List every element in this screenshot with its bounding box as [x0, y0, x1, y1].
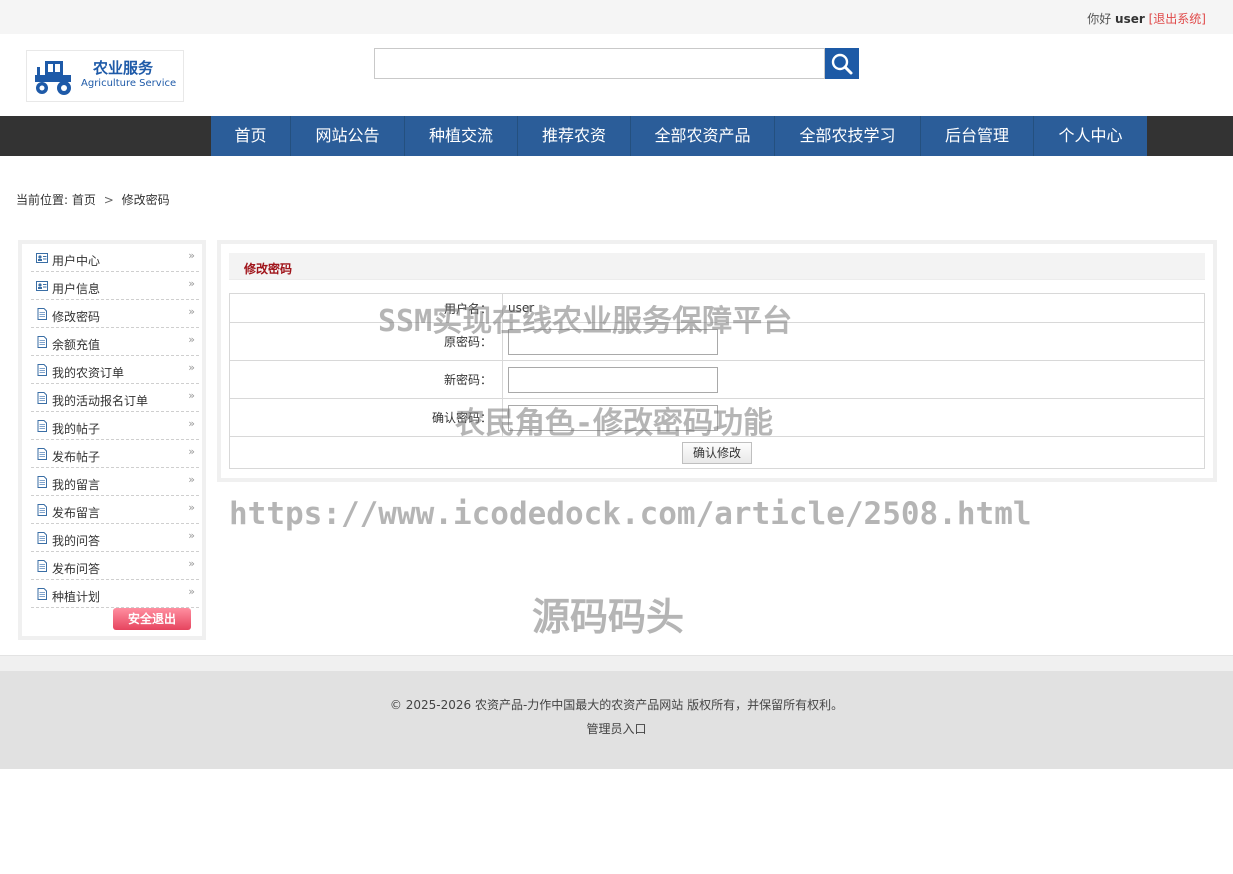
- document-icon: [37, 420, 47, 432]
- user-sidebar: 用户中心» 用户信息» 修改密码» 余额充值» 我的农资订单» 我的活动报名订单» 我的帖子…: [18, 240, 206, 640]
- sidebar-item[interactable]: 我的活动报名订单 »: [31, 384, 199, 412]
- sidebar-item-label: 发布留言: [52, 506, 101, 520]
- sidebar-item-label: 发布问答: [52, 562, 101, 576]
- chevron-right-icon: »: [188, 333, 195, 346]
- sidebar-item-label: 修改密码: [52, 310, 101, 324]
- sidebar-item[interactable]: 用户信息 »: [31, 272, 199, 300]
- chevron-right-icon: »: [188, 389, 195, 402]
- nav-item-announcements[interactable]: 网站公告: [291, 116, 405, 156]
- watermark-subtitle: 农民角色-修改密码功能: [455, 406, 774, 441]
- search-button[interactable]: [825, 48, 859, 79]
- breadcrumb-home[interactable]: 首页: [72, 193, 96, 207]
- new-password-label: 新密码：: [229, 360, 503, 399]
- watermark-title: SSM实现在线农业服务保障平台: [378, 304, 793, 339]
- watermark-url: https://www.icodedock.com/article/2508.h…: [229, 496, 1032, 532]
- sidebar-item-label: 种植计划: [52, 590, 101, 604]
- sidebar-item-label: 用户信息: [52, 282, 101, 296]
- nav-item-admin[interactable]: 后台管理: [921, 116, 1034, 156]
- sidebar-item-label: 余额充值: [52, 338, 101, 352]
- document-icon: [37, 504, 47, 516]
- sidebar-item[interactable]: 发布帖子 »: [31, 440, 199, 468]
- sidebar-item[interactable]: 用户中心 »: [31, 244, 199, 272]
- breadcrumb: 当前位置: 首页 > 修改密码: [16, 191, 170, 208]
- breadcrumb-separator: >: [103, 193, 114, 207]
- main-nav: 首页 网站公告 种植交流 推荐农资 全部农资产品 全部农技学习 后台管理 个人中…: [0, 116, 1233, 156]
- document-icon: [37, 476, 47, 488]
- sidebar-item[interactable]: 我的帖子 »: [31, 412, 199, 440]
- tractor-icon: [35, 61, 71, 95]
- nav-item-all-products[interactable]: 全部农资产品: [631, 116, 775, 156]
- sidebar-item-label: 我的留言: [52, 478, 101, 492]
- chevron-right-icon: »: [188, 305, 195, 318]
- document-icon: [37, 588, 47, 600]
- user-card-icon: [36, 281, 48, 291]
- sidebar-item[interactable]: 发布留言 »: [31, 496, 199, 524]
- sidebar-item-label: 发布帖子: [52, 450, 101, 464]
- nav-item-planting-exchange[interactable]: 种植交流: [405, 116, 518, 156]
- panel-title: 修改密码: [244, 262, 293, 276]
- chevron-right-icon: »: [188, 585, 195, 598]
- top-bar: 你好 user [退出系统]: [0, 0, 1233, 34]
- sidebar-item[interactable]: 余额充值 »: [31, 328, 199, 356]
- logout-link[interactable]: [退出系统]: [1149, 12, 1206, 26]
- new-password-field[interactable]: [508, 366, 718, 393]
- breadcrumb-prefix: 当前位置:: [16, 193, 69, 207]
- logo-title-en: Agriculture Service: [81, 78, 177, 89]
- chevron-right-icon: »: [188, 529, 195, 542]
- logo-title-cn: 农业服务: [93, 59, 154, 77]
- footer-copyright: © 2025-2026 农资产品-力作中国最大的农资产品网站 版权所有，并保留所…: [389, 698, 844, 712]
- sidebar-item[interactable]: 我的问答 »: [31, 524, 199, 552]
- chevron-right-icon: »: [188, 417, 195, 430]
- chevron-right-icon: »: [188, 361, 195, 374]
- document-icon: [37, 364, 47, 376]
- greeting-text: 你好: [1087, 12, 1112, 26]
- chevron-right-icon: »: [188, 445, 195, 458]
- nav-item-all-techniques[interactable]: 全部农技学习: [775, 116, 921, 156]
- footer: © 2025-2026 农资产品-力作中国最大的农资产品网站 版权所有，并保留所…: [0, 671, 1233, 769]
- search-input[interactable]: [374, 48, 825, 79]
- username: user: [1115, 12, 1145, 26]
- chevron-right-icon: »: [188, 501, 195, 514]
- sidebar-item[interactable]: 发布问答 »: [31, 552, 199, 580]
- nav-item-personal-center[interactable]: 个人中心: [1034, 116, 1147, 156]
- confirm-change-button[interactable]: 确认修改: [681, 441, 752, 464]
- nav-item-home[interactable]: 首页: [211, 116, 291, 156]
- sidebar-item[interactable]: 修改密码 »: [31, 300, 199, 328]
- chevron-right-icon: »: [188, 557, 195, 570]
- sidebar-item-label: 我的问答: [52, 534, 101, 548]
- chevron-right-icon: »: [188, 473, 195, 486]
- panel-header: 修改密码: [229, 253, 1205, 280]
- nav-item-recommended-supplies[interactable]: 推荐农资: [518, 116, 631, 156]
- sidebar-item-label: 我的农资订单: [52, 366, 125, 380]
- document-icon: [37, 308, 47, 320]
- search-icon: [831, 53, 853, 75]
- sidebar-item[interactable]: 我的留言 »: [31, 468, 199, 496]
- chevron-right-icon: »: [188, 277, 195, 290]
- breadcrumb-current: 修改密码: [121, 193, 170, 207]
- user-card-icon: [36, 253, 48, 263]
- safe-exit-button[interactable]: 安全退出: [113, 608, 191, 630]
- watermark-brand: 源码码头: [532, 595, 685, 639]
- user-greeting: 你好 user [退出系统]: [1087, 10, 1206, 27]
- chevron-right-icon: »: [188, 249, 195, 262]
- document-icon: [37, 336, 47, 348]
- sidebar-item[interactable]: 种植计划 »: [31, 580, 199, 608]
- document-icon: [37, 560, 47, 572]
- sidebar-item[interactable]: 我的农资订单 »: [31, 356, 199, 384]
- sidebar-item-label: 我的帖子: [52, 422, 101, 436]
- footer-divider: [0, 655, 1233, 671]
- search-bar: [374, 48, 859, 79]
- change-password-panel: 修改密码 用户名： user 原密码： 新密码： 确认密码： 确认修改: [217, 240, 1217, 482]
- document-icon: [37, 392, 47, 404]
- document-icon: [37, 448, 47, 460]
- site-logo[interactable]: 农业服务 Agriculture Service: [26, 50, 184, 102]
- sidebar-item-label: 我的活动报名订单: [52, 394, 149, 408]
- sidebar-item-label: 用户中心: [52, 254, 101, 268]
- admin-entry-link[interactable]: 管理员入口: [0, 720, 1233, 737]
- document-icon: [37, 532, 47, 544]
